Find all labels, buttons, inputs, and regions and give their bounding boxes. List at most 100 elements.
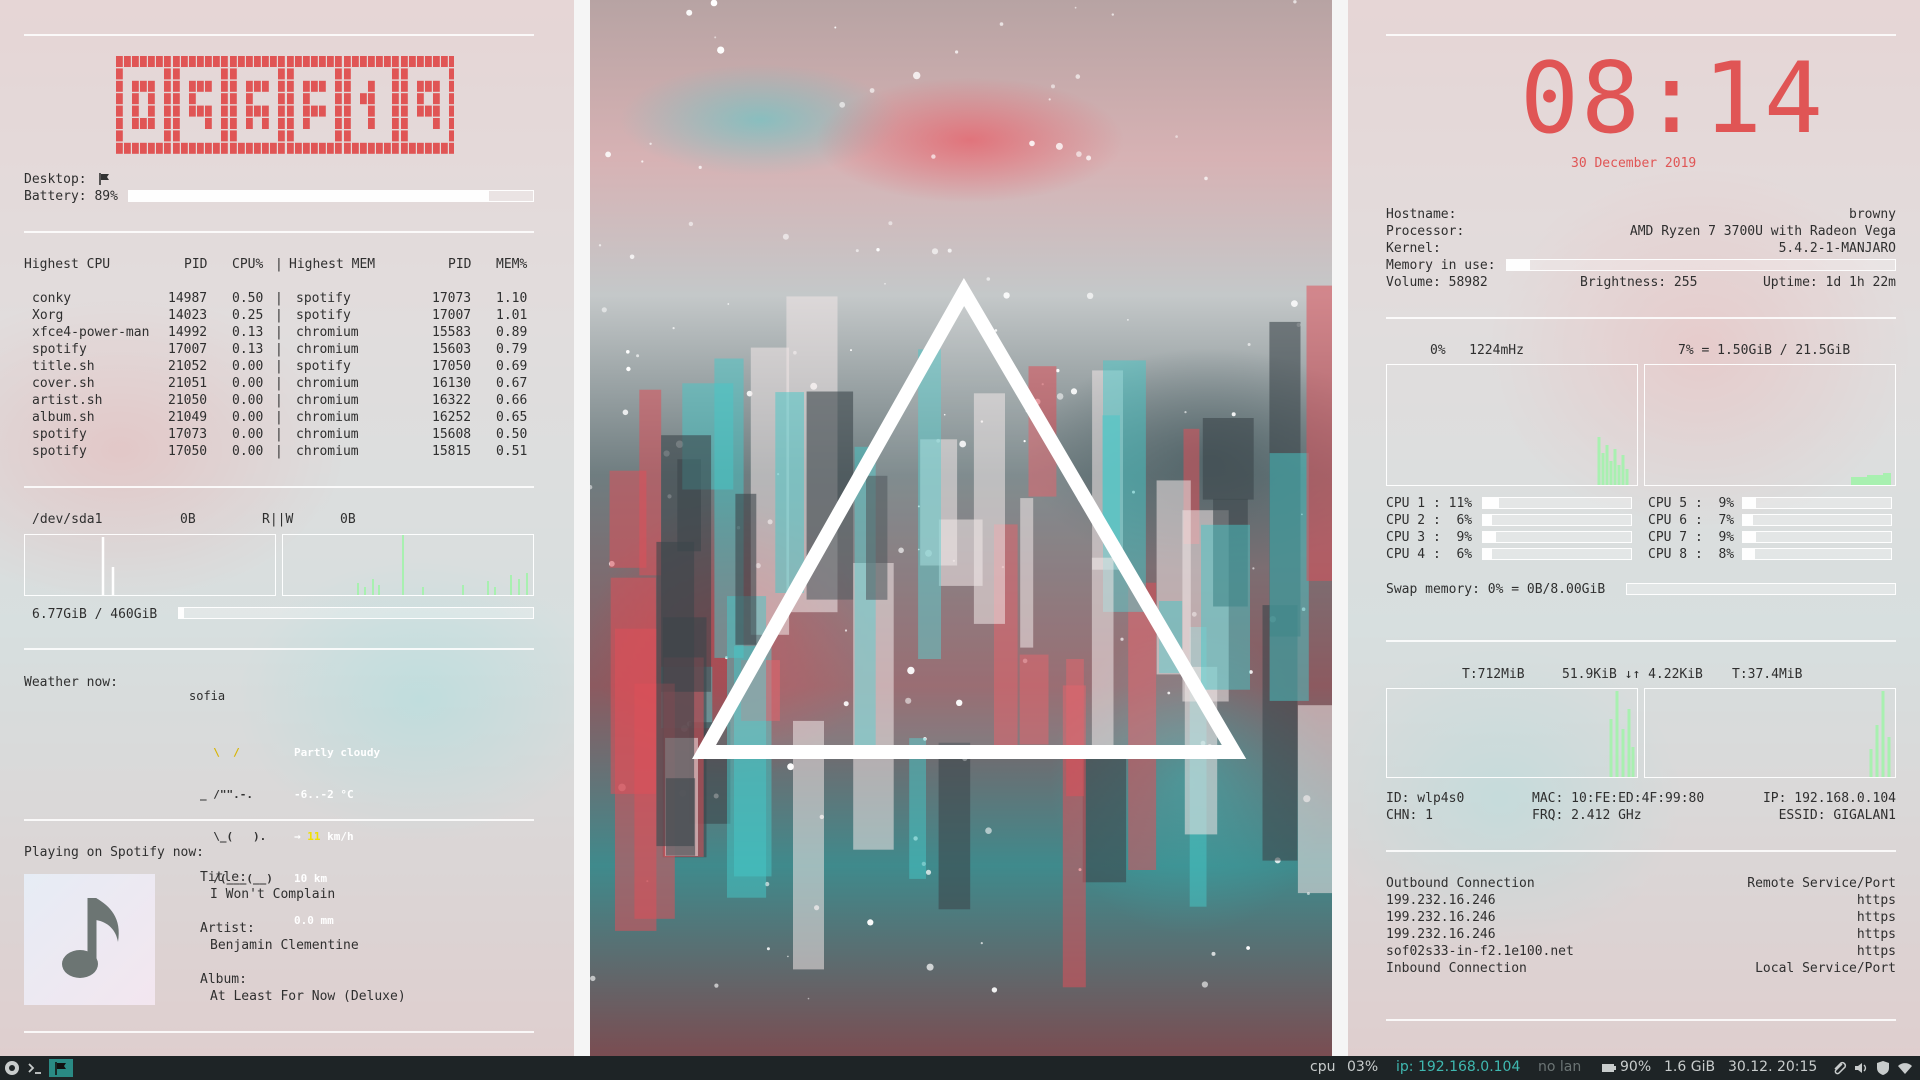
cpu-core-bar (1482, 531, 1632, 543)
cpu-label: cpu (1310, 1059, 1336, 1075)
desktop-label: Desktop: (24, 172, 87, 187)
cpu-core-bar (1482, 514, 1632, 526)
net-total-down: T:712MiB (1462, 667, 1525, 682)
connection-port: https (1856, 893, 1896, 908)
header-highest-mem: Highest MEM (289, 257, 376, 272)
connection-host: 199.232.16.246 (1386, 927, 1496, 942)
cpu-value: 03% (1347, 1059, 1379, 1075)
column-separator: | (275, 342, 283, 357)
wallpaper-image (590, 0, 1332, 1056)
battery-value: 90% (1620, 1059, 1652, 1075)
cpu-core-label: CPU 4 : 6% (1386, 547, 1473, 562)
header-cpu-pct: CPU% (232, 257, 264, 272)
mem-process-pct: 0.69 (496, 359, 528, 374)
hostname-value: browny (1849, 207, 1896, 222)
shield-icon[interactable] (1874, 1059, 1892, 1077)
cpu-process-pct: 0.00 (232, 376, 264, 391)
connection-host: sof02s33-in-f2.1e100.net (1386, 944, 1574, 959)
cpu-core-label: CPU 5 : 9% (1648, 496, 1735, 511)
weather-art-line: _ /"".-. (200, 788, 253, 801)
divider (1386, 850, 1896, 852)
cpu-core-label: CPU 8 : 8% (1648, 547, 1735, 562)
mem-process-name: chromium (296, 342, 359, 357)
cpu-process-pid: 17007 (168, 342, 208, 357)
processor-value: AMD Ryzen 7 3700U with Radeon Vega (1629, 224, 1896, 239)
cpu-core-bar (1742, 497, 1892, 509)
spotify-title-label: Title: (200, 870, 247, 885)
cpu-process-pid: 21052 (168, 359, 208, 374)
workspace-flag-button[interactable] (49, 1059, 73, 1077)
net-total-up: T:37.4MiB (1732, 667, 1803, 682)
battery-bar (128, 190, 534, 202)
divider (24, 648, 534, 650)
spotify-label: Playing on Spotify now: (24, 845, 205, 860)
weather-art-line: \_( ). (200, 830, 267, 843)
mem-process-pct: 0.89 (496, 325, 528, 340)
upload-graph (1644, 688, 1896, 778)
processor-label: Processor: (1386, 224, 1465, 239)
ip-address: ip: 192.168.0.104 (1396, 1059, 1521, 1075)
paperclip-icon[interactable] (1830, 1059, 1848, 1077)
cpu-process-pid: 21049 (168, 410, 208, 425)
column-separator: | (275, 359, 283, 374)
cpu-core-bar (1742, 531, 1892, 543)
cpu-process-pid: 21051 (168, 376, 208, 391)
remote-port-label: Remote Service/Port (1747, 876, 1896, 891)
divider (24, 231, 534, 233)
cpu-process-pct: 0.13 (232, 342, 264, 357)
wifi-icon[interactable] (1896, 1059, 1914, 1077)
mem-process-pid: 17007 (432, 308, 472, 323)
cpu-process-pct: 0.25 (232, 308, 264, 323)
cpu-process-pct: 0.13 (232, 325, 264, 340)
connection-port: https (1856, 910, 1896, 925)
kernel-label: Kernel: (1386, 241, 1441, 256)
datetime[interactable]: 30.12. 20:15 (1728, 1059, 1817, 1075)
local-port-label: Local Service/Port (1755, 961, 1896, 976)
net-channel: CHN: 1 (1386, 808, 1433, 823)
net-rates: 51.9KiB ↓↑ 4.22KiB (1562, 667, 1703, 682)
music-note-icon (62, 898, 119, 978)
cpu-process-pid: 17050 (168, 444, 208, 459)
column-separator: | (275, 308, 283, 323)
speaker-icon[interactable] (1852, 1059, 1870, 1077)
column-separator: | (275, 410, 283, 425)
memory-value: 1.6 GiB (1664, 1059, 1716, 1075)
mem-process-pid: 15583 (432, 325, 472, 340)
cpu-process-name: artist.sh (32, 393, 103, 408)
mem-process-name: chromium (296, 325, 359, 340)
outbound-label: Outbound Connection (1386, 876, 1535, 891)
cpu-process-name: spotify (32, 342, 87, 357)
cpu-process-name: xfce4-power-man (32, 325, 150, 340)
cpu-process-name: spotify (32, 444, 87, 459)
mem-process-pct: 0.79 (496, 342, 528, 357)
disk-read: 0B (180, 512, 196, 527)
cpu-process-pid: 14992 (168, 325, 208, 340)
header-highest-cpu: Highest CPU (24, 257, 111, 272)
memory-graph (1644, 364, 1896, 486)
cpu-process-name: Xorg (32, 308, 64, 323)
disk-write: 0B (340, 512, 356, 527)
mem-process-pid: 15608 (432, 427, 472, 442)
date: 30 December 2019 (1571, 156, 1697, 171)
weather-wind: → 11 km/h (294, 830, 380, 844)
mem-process-pid: 16322 (432, 393, 472, 408)
connection-port: https (1856, 944, 1896, 959)
panel-gap (1332, 0, 1348, 1056)
cpu-core-bar (1742, 514, 1892, 526)
divider (1386, 640, 1896, 642)
terminal-icon[interactable] (26, 1059, 44, 1077)
header-pid-mem: PID (448, 257, 472, 272)
disk-usage-bar (178, 607, 534, 619)
volume: Volume: 58982 (1386, 275, 1488, 290)
taskbar: cpu 03% ip: 192.168.0.104 no lan 90% 1.6… (0, 1056, 1920, 1080)
divider (1386, 317, 1896, 319)
left-conky-panel: Desktop: Battery: 89% Highest CPU PID CP… (0, 0, 574, 1056)
uptime: Uptime: 1d 1h 22m (1762, 275, 1896, 290)
disk-device: /dev/sda1 (32, 512, 103, 527)
connection-host: 199.232.16.246 (1386, 910, 1496, 925)
header-separator: | (275, 257, 283, 272)
swap-bar (1626, 583, 1896, 595)
menu-logo-icon[interactable] (3, 1059, 21, 1077)
flag-icon (99, 173, 109, 185)
cpu-core-label: CPU 7 : 9% (1648, 530, 1735, 545)
